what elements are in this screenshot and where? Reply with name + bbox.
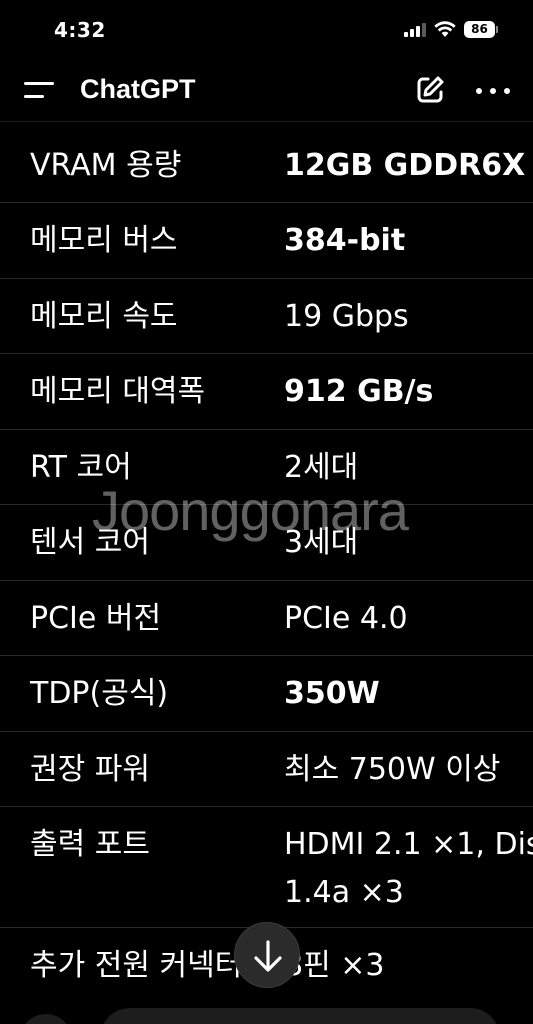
table-row: RT 코어 2세대 [0, 430, 533, 505]
app-header: ChatGPT [0, 58, 533, 122]
message-input-bar[interactable] [100, 1008, 500, 1024]
row-value: 8핀 ×3 [284, 948, 385, 983]
row-value-line: 1.4a ×3 [284, 875, 404, 910]
new-chat-edit-icon[interactable] [414, 74, 446, 106]
wifi-icon [434, 21, 456, 37]
menu-icon[interactable] [24, 80, 56, 102]
row-value: 2세대 [284, 450, 359, 485]
status-bar: 4:32 86 [0, 0, 533, 58]
row-label: 메모리 속도 [30, 299, 178, 334]
table-row: VRAM 용량 12GB GDDR6X [0, 122, 533, 203]
battery-level: 86 [464, 21, 495, 38]
table-row: 메모리 버스 384-bit [0, 203, 533, 279]
row-value: HDMI 2.1 ×1, Dis 1.4a ×3 [284, 821, 533, 917]
row-label: 메모리 대역폭 [30, 374, 206, 409]
row-value: 12GB GDDR6X [284, 148, 526, 183]
row-value: 912 GB/s [284, 374, 434, 409]
row-value: 350W [284, 676, 380, 711]
row-label: VRAM 용량 [30, 148, 182, 183]
status-time: 4:32 [54, 18, 106, 42]
row-value: 최소 750W 이상 [284, 752, 501, 787]
table-row: PCIe 버전 PCIe 4.0 [0, 581, 533, 656]
attach-button[interactable] [20, 1014, 72, 1024]
row-label: PCIe 버전 [30, 601, 162, 636]
more-options-icon[interactable] [476, 88, 510, 94]
table-row: 출력 포트 HDMI 2.1 ×1, Dis 1.4a ×3 [0, 807, 533, 928]
row-label: 출력 포트 [30, 827, 150, 862]
row-label: TDP(공식) [30, 676, 169, 711]
row-label: RT 코어 [30, 450, 132, 485]
row-value: PCIe 4.0 [284, 601, 408, 636]
row-value-line: HDMI 2.1 ×1, Dis [284, 827, 533, 862]
table-row: 메모리 대역폭 912 GB/s [0, 354, 533, 430]
row-label: 추가 전원 커넥터 [30, 948, 243, 983]
row-label: 권장 파워 [30, 752, 150, 787]
scroll-to-bottom-button[interactable] [234, 922, 300, 988]
table-row: 권장 파워 최소 750W 이상 [0, 732, 533, 807]
row-value: 3세대 [284, 525, 359, 560]
spec-table: VRAM 용량 12GB GDDR6X 메모리 버스 384-bit 메모리 속… [0, 122, 533, 1008]
chat-screen: 4:32 86 ChatGPT VRAM 용량 12GB GDDR6X 메모리 … [0, 0, 533, 1024]
row-value: 19 Gbps [284, 299, 409, 334]
battery-icon: 86 [464, 21, 498, 38]
cellular-signal-icon [404, 23, 426, 37]
app-title: ChatGPT [80, 74, 196, 104]
row-label: 텐서 코어 [30, 525, 150, 560]
row-label: 메모리 버스 [30, 223, 178, 258]
arrow-down-icon [254, 940, 282, 972]
row-value: 384-bit [284, 223, 406, 258]
table-row: TDP(공식) 350W [0, 656, 533, 732]
table-row: 메모리 속도 19 Gbps [0, 279, 533, 354]
table-row: 텐서 코어 3세대 [0, 505, 533, 581]
